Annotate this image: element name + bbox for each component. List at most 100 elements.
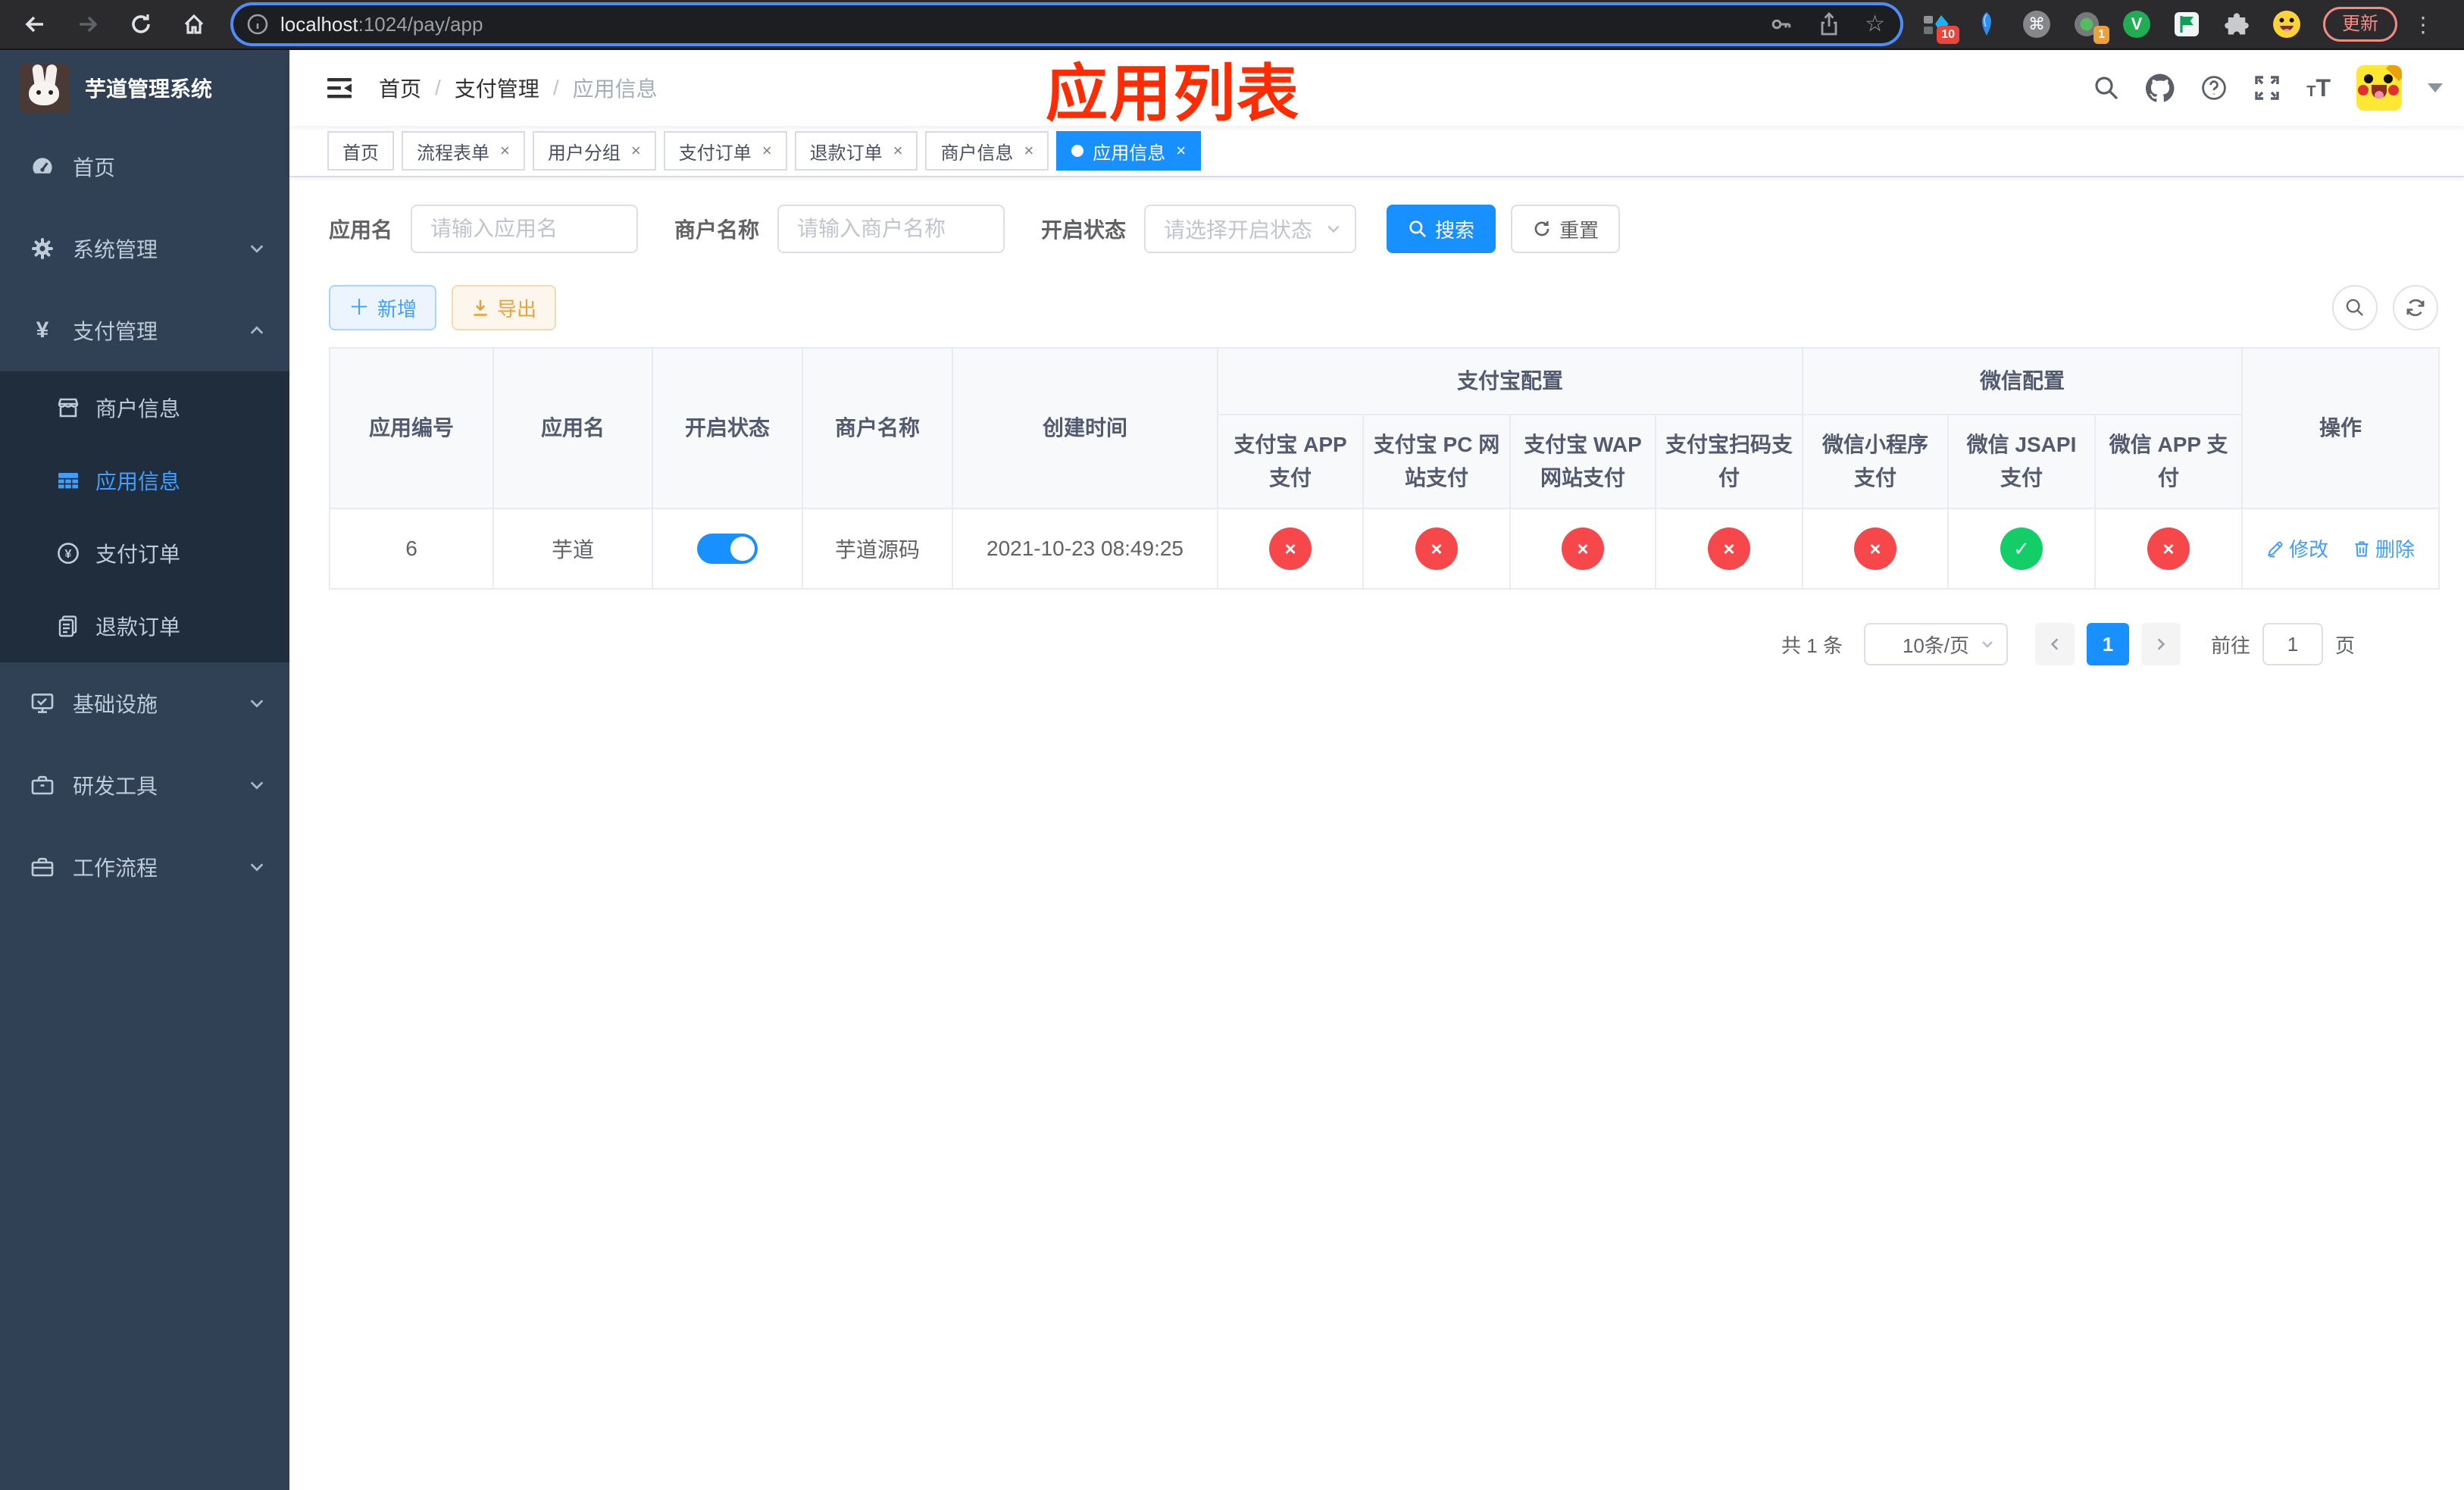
- status-toggle[interactable]: [697, 534, 758, 564]
- search-button[interactable]: 搜索: [1387, 205, 1496, 253]
- breadcrumb-home[interactable]: 首页: [379, 73, 421, 103]
- ext-puzzle-icon[interactable]: [2222, 9, 2252, 39]
- ext-badge: 1: [2093, 26, 2109, 44]
- avatar[interactable]: [2356, 65, 2402, 111]
- sidebar-item-label: 应用信息: [95, 470, 181, 493]
- reset-button[interactable]: 重置: [1511, 205, 1621, 253]
- ext-kite-icon[interactable]: [1972, 9, 2002, 39]
- sidebar-item-pay-orders[interactable]: ¥ 支付订单: [0, 517, 289, 590]
- sidebar-item-infrastructure[interactable]: 基础设施: [0, 662, 289, 744]
- tab-home[interactable]: 首页: [327, 131, 394, 171]
- delete-link[interactable]: 删除: [2353, 534, 2415, 562]
- sidebar-collapse-icon[interactable]: [324, 73, 355, 103]
- sidebar-item-app-info[interactable]: 应用信息: [0, 444, 289, 517]
- help-icon[interactable]: [2200, 74, 2228, 102]
- forward-icon[interactable]: [68, 5, 108, 44]
- page-size-select[interactable]: 10条/页: [1863, 623, 2008, 665]
- ext-badge: 10: [1937, 26, 1959, 44]
- toggle-search-button[interactable]: [2332, 285, 2378, 330]
- cell-alipay-wap: ×: [1509, 508, 1656, 590]
- share-icon[interactable]: [1818, 12, 1840, 36]
- sidebar-item-refund-orders[interactable]: 退款订单: [0, 590, 289, 662]
- close-icon[interactable]: ×: [762, 141, 772, 161]
- merchant-name-input[interactable]: [777, 205, 1005, 253]
- ext-command-icon[interactable]: ⌘: [2022, 9, 2052, 39]
- close-icon[interactable]: ×: [1024, 141, 1033, 161]
- user-menu-caret-icon[interactable]: [2428, 83, 2443, 92]
- font-size-icon[interactable]: TT: [2306, 76, 2331, 100]
- browser-update-button[interactable]: 更新: [2323, 7, 2397, 42]
- breadcrumb-payment[interactable]: 支付管理: [455, 73, 539, 103]
- export-button[interactable]: 导出: [452, 285, 557, 330]
- tab-user-group[interactable]: 用户分组 ×: [532, 131, 656, 171]
- sidebar-item-system[interactable]: 系统管理: [0, 208, 289, 290]
- table-row: 6 芋道 芋道源码 2021-10-23 08:49:25 × × × × × …: [329, 508, 2441, 590]
- close-icon[interactable]: ×: [500, 141, 510, 161]
- app-logo-row[interactable]: 芋道管理系统: [0, 50, 289, 126]
- github-icon[interactable]: [2146, 74, 2175, 102]
- site-info-icon[interactable]: [247, 14, 268, 35]
- sidebar-item-workflow[interactable]: 工作流程: [0, 826, 289, 908]
- prev-page-button[interactable]: [2034, 623, 2075, 665]
- close-icon[interactable]: ×: [893, 141, 903, 161]
- sidebar-item-label: 工作流程: [73, 856, 158, 880]
- refresh-button[interactable]: [2393, 285, 2438, 330]
- gear-icon: [30, 236, 55, 261]
- navbar-actions: TT: [2093, 65, 2443, 111]
- sidebar-item-payment[interactable]: ¥ 支付管理: [0, 290, 289, 371]
- chevron-right-icon: [2157, 638, 2165, 650]
- yen-circle-icon: ¥: [56, 541, 80, 565]
- status-select[interactable]: 请选择开启状态: [1144, 205, 1357, 253]
- password-key-icon[interactable]: [1769, 12, 1793, 36]
- payment-submenu: 商户信息 应用信息 ¥ 支付订单 退款订单: [0, 371, 289, 662]
- tab-pay-orders[interactable]: 支付订单 ×: [663, 131, 787, 171]
- fullscreen-icon[interactable]: [2253, 74, 2281, 102]
- status-badge: ×: [1269, 527, 1312, 570]
- plus-icon: ＋: [349, 296, 371, 319]
- goto-page-input[interactable]: [2262, 623, 2323, 665]
- next-page-button[interactable]: [2140, 623, 2181, 665]
- col-alipay-app: 支付宝 APP 支付: [1217, 414, 1364, 509]
- app-name-input[interactable]: [411, 205, 639, 253]
- close-icon[interactable]: ×: [1176, 141, 1186, 161]
- address-bar[interactable]: localhost:1024/pay/app ☆: [233, 5, 1900, 43]
- browser-menu-icon[interactable]: ⋮: [2412, 12, 2434, 37]
- cell-app-name: 芋道: [492, 508, 653, 590]
- sidebar-item-merchant-info[interactable]: 商户信息: [0, 371, 289, 444]
- trash-icon: [2355, 541, 2369, 557]
- home-icon[interactable]: [174, 5, 214, 44]
- search-icon[interactable]: [2093, 74, 2120, 102]
- cell-wechat-jsapi: ✓: [1947, 508, 2097, 590]
- current-page-button[interactable]: 1: [2086, 623, 2129, 665]
- chevron-down-icon: [249, 777, 265, 794]
- sidebar-item-dev-tools[interactable]: 研发工具: [0, 744, 289, 826]
- sidebar-item-home[interactable]: 首页: [0, 126, 289, 208]
- ext-vue-devtools-icon[interactable]: V: [2122, 9, 2152, 39]
- yen-icon: ¥: [36, 318, 49, 343]
- ext-flag-icon[interactable]: [2172, 9, 2202, 39]
- toolbox-icon: [30, 773, 55, 797]
- ext-tiles-icon[interactable]: 10: [1921, 9, 1959, 44]
- app-title: 芋道管理系统: [85, 77, 213, 101]
- chevron-up-icon: [249, 322, 265, 339]
- add-button[interactable]: ＋ 新增: [329, 285, 437, 330]
- status-badge: ×: [1415, 527, 1458, 570]
- tab-merchant-info[interactable]: 商户信息 ×: [925, 131, 1049, 171]
- main-area: 首页 / 支付管理 / 应用信息 应用列表 TT 首页 流程表单 × 用户分组 …: [289, 50, 2464, 1490]
- bookmark-star-icon[interactable]: ☆: [1865, 13, 1885, 36]
- cell-wechat-app: ×: [2094, 508, 2244, 590]
- tab-refund-orders[interactable]: 退款订单 ×: [794, 131, 918, 171]
- table-toolbar: ＋ 新增 导出: [329, 285, 2438, 330]
- col-alipay-pc: 支付宝 PC 网站支付: [1362, 414, 1511, 509]
- ext-emoji-icon[interactable]: [2272, 9, 2302, 39]
- ext-recorder-icon[interactable]: 1: [2072, 9, 2109, 44]
- col-group-alipay: 支付宝配置: [1216, 347, 1804, 415]
- edit-link[interactable]: 修改: [2266, 534, 2328, 562]
- tab-app-info[interactable]: 应用信息 ×: [1056, 131, 1202, 171]
- storefront-icon: [56, 396, 80, 420]
- reload-icon[interactable]: [121, 5, 161, 44]
- back-icon[interactable]: [15, 5, 55, 44]
- tab-process-form[interactable]: 流程表单 ×: [402, 131, 525, 171]
- close-icon[interactable]: ×: [631, 141, 641, 161]
- col-wechat-app: 微信 APP 支付: [2094, 414, 2244, 509]
